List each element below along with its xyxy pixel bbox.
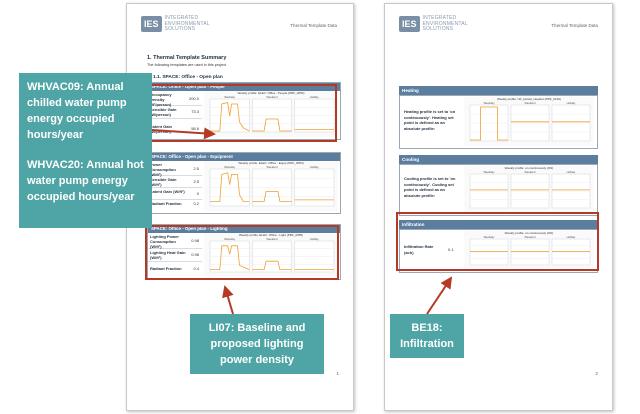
li07-arrow (222, 285, 234, 315)
whvac-arrow (151, 127, 216, 140)
callout-arrows (151, 127, 453, 315)
be18-arrow (426, 276, 453, 315)
